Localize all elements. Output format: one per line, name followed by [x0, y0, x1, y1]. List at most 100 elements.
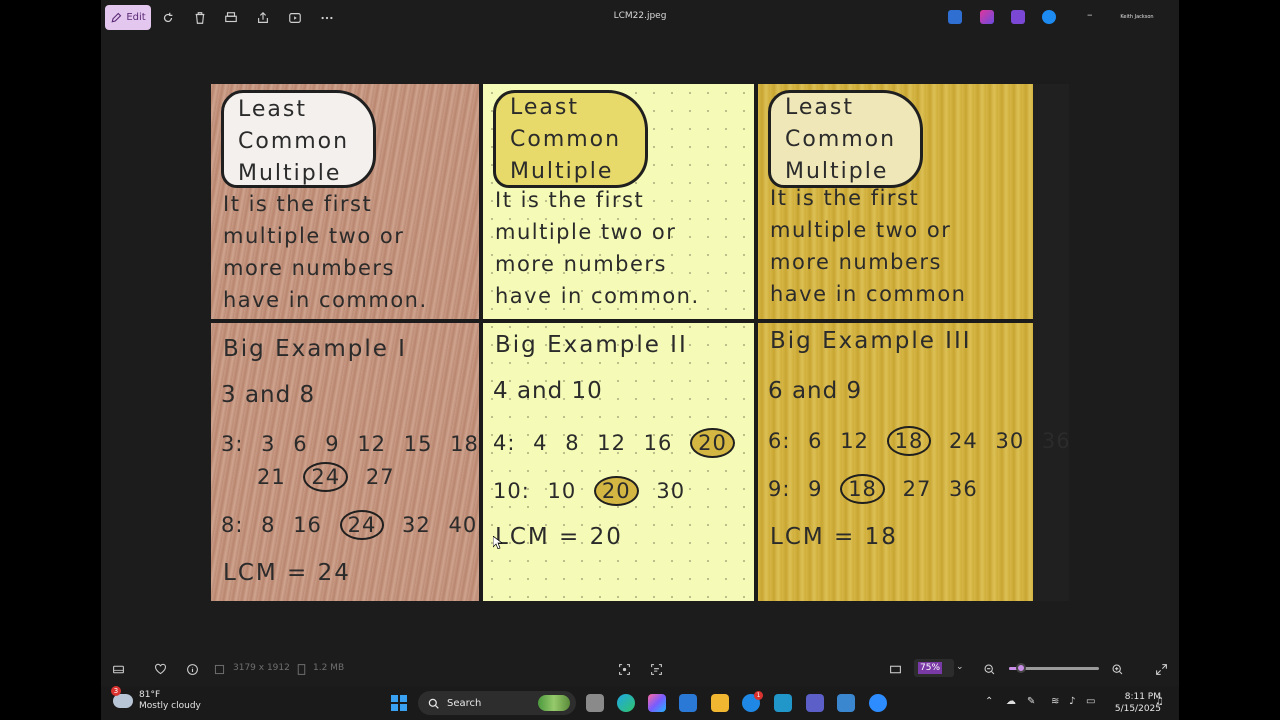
- onedrive-icon[interactable]: [1042, 10, 1056, 24]
- photos-app-icon[interactable]: [837, 694, 855, 712]
- multiple: 30: [656, 479, 686, 503]
- dimensions-icon: [211, 661, 227, 677]
- multiple: 12: [840, 429, 869, 453]
- definition-line-3: more numbers: [495, 252, 667, 276]
- circled-common-multiple: 20: [593, 476, 639, 506]
- edge-browser-icon[interactable]: [617, 694, 635, 712]
- heading-line-1: Least: [238, 97, 307, 122]
- photo-viewport: Least Common Multiple It is the first mu…: [211, 84, 1069, 601]
- multiple: 6: [293, 432, 308, 456]
- cloud-icon: 3: [111, 686, 133, 708]
- definition-line-3: more numbers: [770, 250, 942, 274]
- notification-badge: 3: [111, 686, 121, 696]
- volume-icon[interactable]: ♪: [1069, 696, 1075, 707]
- definition-line-2: multiple two or: [770, 218, 952, 242]
- system-clock[interactable]: 8:11 PM 5/15/2025: [1091, 691, 1161, 715]
- search-highlight-image: [538, 695, 570, 711]
- heading-line-3: Multiple: [238, 161, 342, 186]
- lcm-result: LCM = 20: [495, 524, 623, 550]
- fit-to-window-icon[interactable]: [887, 661, 903, 677]
- onedrive-tray-icon[interactable]: ☁: [1006, 696, 1016, 707]
- bottom-toolbar: 3179 x 1912 1.2 MB 75% ⌄: [101, 655, 1179, 683]
- visual-search-icon[interactable]: [616, 661, 632, 677]
- heading-line-3: Multiple: [785, 159, 889, 184]
- text-scan-icon[interactable]: [648, 661, 664, 677]
- info-icon[interactable]: [184, 661, 200, 677]
- example-title: Big Example III: [770, 328, 972, 354]
- circled-common-multiple: 20: [690, 428, 735, 458]
- heading-line-1: Least: [785, 95, 854, 120]
- clock-time: 8:11 PM: [1124, 692, 1161, 702]
- pen-tray-icon[interactable]: ✎: [1027, 696, 1035, 707]
- multiple: 36: [949, 477, 978, 501]
- poster-panel-3: Least Common Multiple It is the first mu…: [758, 84, 1069, 601]
- photos-editor-icon[interactable]: [1011, 10, 1025, 24]
- example-pair: 4 and 10: [493, 378, 603, 404]
- zoom-out-icon[interactable]: [981, 661, 997, 677]
- multiples-row-8: 8: 8 16 24 32 40: [221, 510, 487, 540]
- multiple: 32: [402, 513, 431, 537]
- multiple: 18: [450, 432, 479, 456]
- example-pair: 3 and 8: [221, 382, 316, 408]
- minimize-button[interactable]: –: [1087, 8, 1093, 21]
- example-pair: 6 and 9: [768, 378, 863, 404]
- multiple: 21: [257, 465, 286, 489]
- file-size-icon: [293, 661, 309, 677]
- designer-icon[interactable]: [948, 10, 962, 24]
- multiple: 8: [565, 431, 580, 455]
- full-screen-icon[interactable]: [1153, 661, 1169, 677]
- weather-widget[interactable]: 3 81°F Mostly cloudy: [111, 686, 201, 712]
- heading-line-1: Least: [510, 95, 579, 120]
- multiple: 15: [403, 432, 433, 456]
- favorite-heart-icon[interactable]: [152, 661, 168, 677]
- weather-temperature: 81°F: [139, 690, 161, 700]
- example-title: Big Example II: [495, 332, 688, 358]
- account-name[interactable]: Keith Jackson: [1101, 14, 1173, 20]
- row-label: 10:: [493, 479, 530, 503]
- multiple: 6: [808, 429, 823, 453]
- task-view-icon[interactable]: [586, 694, 604, 712]
- heading-line-2: Common: [785, 127, 897, 152]
- file-explorer-icon[interactable]: [711, 694, 729, 712]
- help-app-icon[interactable]: 1: [742, 691, 763, 712]
- filmstrip-icon[interactable]: [110, 661, 126, 677]
- multiple: 8: [261, 513, 276, 537]
- chevron-up-icon[interactable]: ⌃: [985, 696, 993, 707]
- multiple: 27: [365, 465, 395, 489]
- windows-start-icon[interactable]: [391, 695, 407, 711]
- heading-line-2: Common: [510, 127, 622, 152]
- definition-line-4: have in common.: [495, 284, 700, 308]
- definition-line-1: It is the first: [223, 192, 373, 216]
- notification-bell-icon[interactable]: ♫: [1155, 696, 1164, 707]
- taskbar-search-box[interactable]: Search: [418, 691, 576, 715]
- row-label: 4:: [493, 431, 516, 455]
- zoom-level-select[interactable]: 75%: [914, 659, 954, 677]
- multiples-row-3: 3: 3 6 9 12 15 18: [221, 432, 489, 456]
- definition-line-2: multiple two or: [495, 220, 677, 244]
- zoom-app-icon[interactable]: [869, 694, 887, 712]
- lcm-result: LCM = 24: [223, 560, 351, 586]
- copilot-icon[interactable]: [648, 694, 666, 712]
- circled-common-multiple: 18: [886, 426, 932, 456]
- multiple: 12: [357, 432, 387, 456]
- wifi-icon[interactable]: ≋: [1051, 696, 1059, 707]
- definition-line-1: It is the first: [495, 188, 645, 212]
- teams-icon[interactable]: [806, 694, 824, 712]
- row-label: 8:: [221, 513, 244, 537]
- multiples-row-6: 6: 6 12 18 24 30 36: [768, 426, 1069, 456]
- section-divider: [211, 319, 1033, 323]
- zoom-slider-thumb[interactable]: [1015, 663, 1026, 673]
- ms-app-icon[interactable]: [774, 694, 792, 712]
- definition-line-4: have in common: [770, 282, 967, 306]
- heading-line-3: Multiple: [510, 159, 614, 184]
- microsoft-store-icon[interactable]: [679, 694, 697, 712]
- chevron-down-icon[interactable]: ⌄: [956, 662, 964, 672]
- zoom-slider[interactable]: [1009, 663, 1099, 673]
- zoom-in-icon[interactable]: [1109, 661, 1125, 677]
- heading-cloud: Least Common Multiple: [493, 90, 648, 188]
- clipchamp-icon[interactable]: [980, 10, 994, 24]
- multiple: 10: [547, 479, 577, 503]
- definition-line-4: have in common.: [223, 288, 428, 312]
- multiple: 36: [1041, 429, 1069, 453]
- row-label: 3:: [221, 432, 244, 456]
